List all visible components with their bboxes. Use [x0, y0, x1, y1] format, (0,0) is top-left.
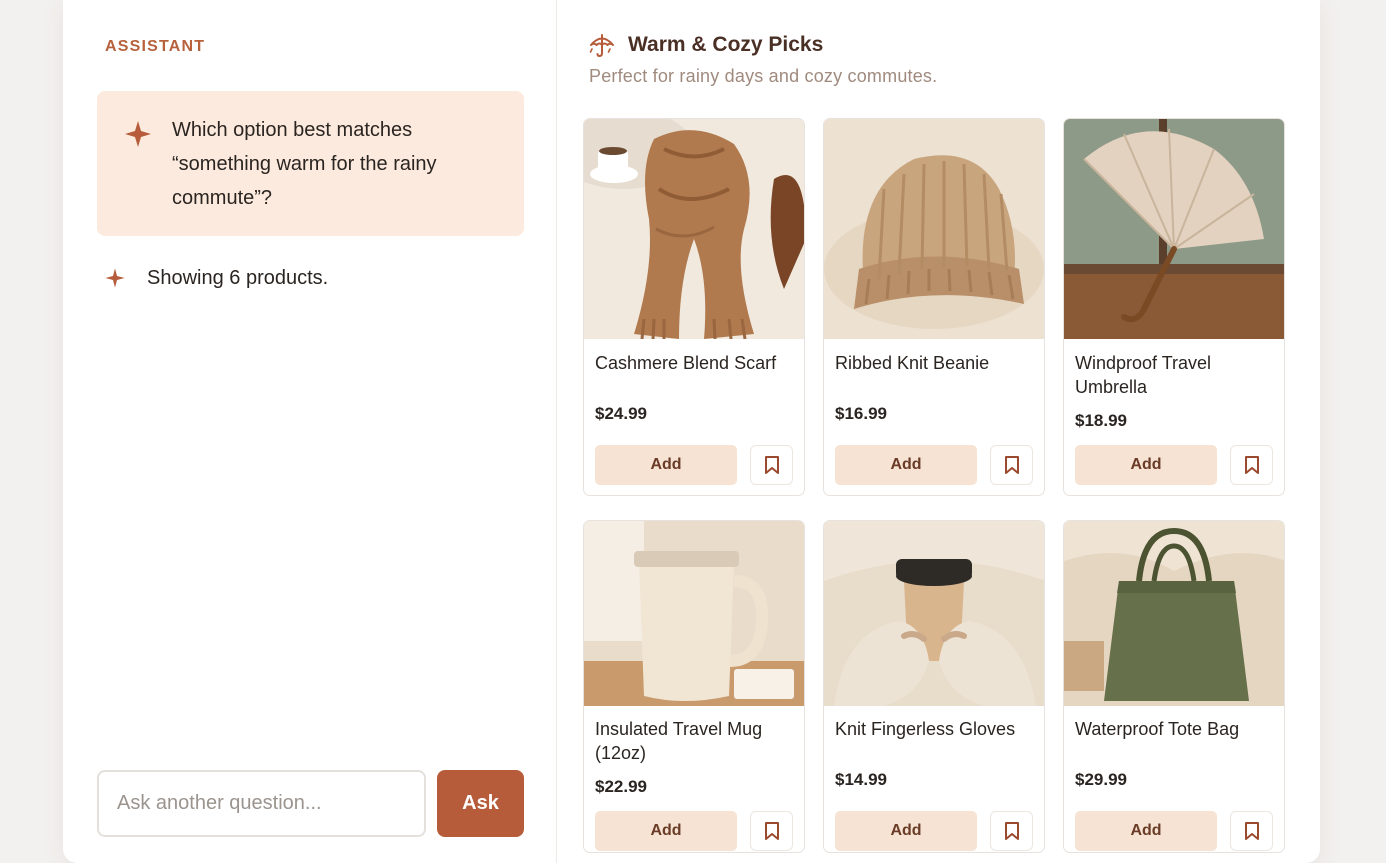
bookmark-icon	[764, 822, 779, 840]
gloves-photo	[824, 521, 1044, 706]
product-name: Cashmere Blend Scarf	[595, 353, 777, 373]
bookmark-icon	[764, 456, 779, 474]
scarf-photo	[584, 119, 804, 339]
sparkle-icon	[105, 268, 125, 288]
product-name: Windproof Travel Umbrella	[1075, 353, 1212, 397]
sparkle-icon	[125, 121, 151, 147]
product-price: $22.99	[595, 777, 647, 796]
add-to-cart-button[interactable]: Add	[835, 811, 977, 851]
add-to-cart-button[interactable]: Add	[1075, 445, 1217, 485]
bookmark-icon	[1004, 456, 1019, 474]
chat-panel: ASSISTANT Which option best matches “som…	[63, 0, 557, 863]
picks-panel: Warm & Cozy Picks Perfect for rainy days…	[557, 0, 1320, 863]
tote-photo	[1064, 521, 1284, 706]
product-card: Insulated Travel Mug (12oz) $22.99 Add	[583, 520, 805, 853]
bookmark-icon	[1244, 822, 1259, 840]
save-button[interactable]	[750, 811, 793, 851]
product-name: Insulated Travel Mug (12oz)	[595, 719, 763, 763]
picks-subtitle: Perfect for rainy days and cozy commutes…	[589, 66, 938, 86]
save-button[interactable]	[1230, 445, 1273, 485]
role-label: ASSISTANT	[105, 38, 206, 55]
save-button[interactable]	[1230, 811, 1273, 851]
ask-button[interactable]: Ask	[437, 770, 524, 837]
product-name: Waterproof Tote Bag	[1075, 719, 1240, 739]
product-card: Ribbed Knit Beanie $16.99 Add	[823, 118, 1045, 496]
umbrella-icon	[589, 34, 614, 58]
assistant-app: ASSISTANT Which option best matches “som…	[63, 0, 1320, 863]
save-button[interactable]	[750, 445, 793, 485]
product-card: Cashmere Blend Scarf $24.99 Add	[583, 118, 805, 496]
question-input[interactable]	[97, 770, 426, 837]
product-card: Waterproof Tote Bag $29.99 Add	[1063, 520, 1285, 853]
umbrella-photo	[1064, 119, 1284, 339]
add-to-cart-button[interactable]: Add	[1075, 811, 1217, 851]
product-price: $24.99	[595, 404, 647, 423]
question-card: Which option best matches “something war…	[97, 91, 524, 236]
add-to-cart-button[interactable]: Add	[595, 811, 737, 851]
product-price: $14.99	[835, 770, 887, 789]
product-card: Knit Fingerless Gloves $14.99 Add	[823, 520, 1045, 853]
status-message: Showing 6 products.	[103, 266, 328, 290]
bookmark-icon	[1004, 822, 1019, 840]
picks-title: Warm & Cozy Picks	[628, 33, 824, 56]
question-text: Which option best matches “something war…	[172, 119, 437, 209]
product-name: Knit Fingerless Gloves	[835, 719, 1016, 739]
mug-photo	[584, 521, 804, 706]
save-button[interactable]	[990, 445, 1033, 485]
save-button[interactable]	[990, 811, 1033, 851]
picks-header: Warm & Cozy Picks	[589, 32, 823, 58]
add-to-cart-button[interactable]: Add	[595, 445, 737, 485]
beanie-photo	[824, 119, 1044, 339]
product-price: $18.99	[1075, 411, 1127, 430]
add-to-cart-button[interactable]: Add	[835, 445, 977, 485]
bookmark-icon	[1244, 456, 1259, 474]
product-card: Windproof Travel Umbrella $18.99 Add	[1063, 118, 1285, 496]
product-price: $29.99	[1075, 770, 1127, 789]
product-price: $16.99	[835, 404, 887, 423]
status-text: Showing 6 products.	[147, 266, 329, 289]
product-name: Ribbed Knit Beanie	[835, 353, 990, 373]
